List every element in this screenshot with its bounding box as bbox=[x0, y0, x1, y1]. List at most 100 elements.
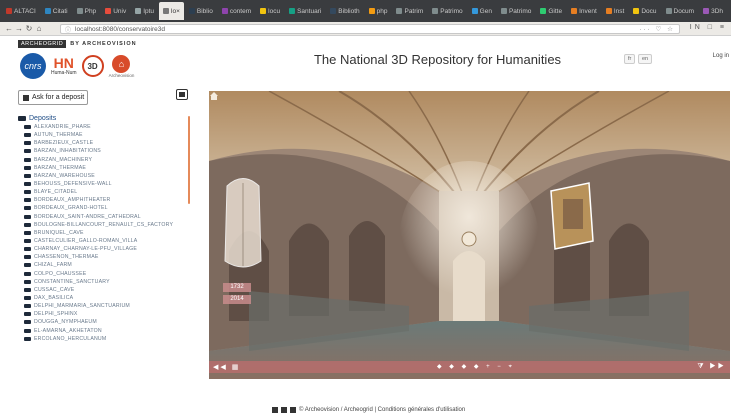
deposit-item[interactable]: DOUGGA_NYMPHAEUM bbox=[18, 318, 190, 326]
tab-favicon-icon bbox=[540, 8, 547, 14]
lang-fr-button[interactable]: fr bbox=[624, 54, 636, 64]
browser-tab[interactable]: locu bbox=[256, 2, 284, 20]
deposit-item[interactable]: CHARNAY_CHARNAY-LE-PFU_VILLAGE bbox=[18, 245, 190, 253]
footer-text[interactable]: © Archeovision / Archeogrid | Conditions… bbox=[299, 407, 465, 413]
deposit-item[interactable]: DELPHI_MARMARIA_SANCTUARIUM bbox=[18, 302, 190, 310]
home-nav-icon[interactable]: ⌂ bbox=[34, 24, 44, 33]
deposit-item[interactable]: AUTUN_THERMAE bbox=[18, 131, 190, 139]
tab-label: Inst bbox=[613, 7, 625, 15]
fullscreen-controls[interactable]: ⧩ ▶▶ bbox=[697, 363, 726, 371]
close-tab-icon[interactable]: × bbox=[176, 8, 180, 15]
cnrs-logo[interactable]: cnrs bbox=[20, 53, 46, 79]
browser-tab[interactable]: Iptu bbox=[131, 2, 158, 20]
reload-icon[interactable]: ↻ bbox=[24, 24, 34, 33]
tab-label: ALTACI bbox=[14, 7, 36, 15]
tab-favicon-icon bbox=[471, 8, 478, 14]
browser-toolbar-icons[interactable]: IN □ ≡ bbox=[690, 24, 727, 31]
login-link[interactable]: Log in bbox=[713, 53, 729, 59]
deposit-item[interactable]: DAX_BASILICA bbox=[18, 294, 190, 302]
social-icon-3[interactable] bbox=[290, 407, 296, 413]
ask-deposit-button[interactable]: Ask for a deposit bbox=[18, 90, 88, 105]
archeovision-logo[interactable]: ⌂ Archeovision bbox=[109, 54, 134, 78]
social-icon-1[interactable] bbox=[272, 407, 278, 413]
deposit-item[interactable]: CONSTANTINE_SANCTUARY bbox=[18, 278, 190, 286]
3d-logo[interactable]: 3D bbox=[81, 55, 104, 77]
tab-label: Php bbox=[84, 7, 97, 15]
social-icon-2[interactable] bbox=[281, 407, 287, 413]
browser-tab[interactable]: Biblioth bbox=[326, 2, 363, 20]
browser-tab[interactable]: Docum bbox=[662, 2, 699, 20]
deposit-item[interactable]: BORDEAUX_AMPHITHEATER bbox=[18, 196, 190, 204]
browser-tab[interactable]: Gitte bbox=[536, 2, 566, 20]
browser-tab[interactable]: Docu bbox=[629, 2, 660, 20]
folder-icon bbox=[24, 312, 31, 317]
navigation-controls[interactable]: ◆ ◆ ◆ ◆ + − ⌖ bbox=[437, 363, 515, 371]
archeogrid-brand[interactable]: ARCHEOGRID bbox=[18, 40, 67, 48]
address-bar[interactable]: ⓘ localhost:8080/conservatoire3d ··· ♡ ☆ bbox=[60, 24, 680, 34]
browser-tab[interactable]: ALTACI bbox=[2, 2, 40, 20]
folder-icon bbox=[24, 125, 31, 130]
browser-tab-bar: ALTACI Citati Php Univ Iptu lo × Biblio contem l… bbox=[0, 0, 731, 22]
lang-en-button[interactable]: en bbox=[638, 54, 653, 64]
deposit-item[interactable]: CASTELCULIER_GALLO-ROMAN_VILLA bbox=[18, 237, 190, 245]
browser-tab[interactable]: 3Dh bbox=[699, 2, 727, 20]
tab-label: Gen bbox=[479, 7, 492, 15]
info-icon[interactable]: ⓘ bbox=[65, 25, 71, 34]
browser-nav-bar: ← → ↻ ⌂ ⓘ localhost:8080/conservatoire3d… bbox=[0, 22, 731, 36]
deposit-item[interactable]: BLAYE_CITADEL bbox=[18, 188, 190, 196]
deposit-label: BARZAN_INHABITATIONS bbox=[34, 148, 101, 155]
browser-tab[interactable]: contem bbox=[218, 2, 255, 20]
deposit-item[interactable]: BEHOUSS_DEFENSIVE-WALL bbox=[18, 180, 190, 188]
sidebar-scrollbar[interactable] bbox=[188, 116, 190, 204]
address-bar-actions[interactable]: ··· ♡ ☆ bbox=[639, 25, 675, 33]
tab-label: Docu bbox=[641, 7, 657, 15]
tab-label: Univ bbox=[113, 7, 127, 15]
tab-favicon-icon bbox=[135, 8, 142, 14]
browser-tab[interactable]: Biblio bbox=[185, 2, 217, 20]
browser-tab[interactable]: lo × bbox=[159, 2, 184, 20]
deposit-item[interactable]: CUSSAC_CAVE bbox=[18, 286, 190, 294]
deposit-item[interactable]: DELPHI_SPHINX bbox=[18, 310, 190, 318]
rewind-controls[interactable]: ◀◀ ▦ bbox=[213, 363, 240, 371]
home-icon[interactable] bbox=[209, 91, 219, 101]
deposit-label: CHARNAY_CHARNAY-LE-PFU_VILLAGE bbox=[34, 246, 138, 253]
deposit-item[interactable]: CHIZAL_FARM bbox=[18, 261, 190, 269]
deposit-item[interactable]: BARZAN_MACHINERY bbox=[18, 156, 190, 164]
deposit-item[interactable]: BARZAN_WAREHOUSE bbox=[18, 172, 190, 180]
tab-label: Citati bbox=[52, 7, 68, 15]
deposit-item[interactable]: BARZAN_THERMAE bbox=[18, 164, 190, 172]
browser-tab[interactable]: Php bbox=[73, 2, 101, 20]
forward-icon[interactable]: → bbox=[14, 24, 24, 33]
deposit-item[interactable]: BORDEAUX_GRAND-HOTEL bbox=[18, 204, 190, 212]
deposit-item[interactable]: BRUNIQUEL_CAVE bbox=[18, 229, 190, 237]
back-icon[interactable]: ← bbox=[4, 24, 14, 33]
deposit-item[interactable]: ALEXANDRIE_PHARE bbox=[18, 123, 190, 131]
deposit-item[interactable]: EL-AMARNA_AKHETATON bbox=[18, 327, 190, 335]
deposit-item[interactable]: BARBEZIEUX_CASTLE bbox=[18, 139, 190, 147]
browser-tab[interactable]: Citati bbox=[41, 2, 72, 20]
deposit-item[interactable]: BOULOGNE-BILLANCOURT_RENAULT_CS_FACTORY bbox=[18, 221, 190, 229]
deposits-root[interactable]: Deposits bbox=[18, 114, 190, 123]
deposits-tree: Deposits ALEXANDRIE_PHARE AUTUN_THERMAE BA… bbox=[18, 114, 190, 416]
deposit-item[interactable]: COLPO_CHAUSSEE bbox=[18, 270, 190, 278]
year-1732-label[interactable]: 1732 bbox=[223, 283, 251, 292]
3d-viewer[interactable]: 1732 2014 ◀◀ ▦ ◆ ◆ ◆ ◆ + − ⌖ ⧩ ▶▶ bbox=[209, 91, 730, 379]
tab-favicon-icon bbox=[396, 8, 403, 14]
deposit-item[interactable]: ERCOLANO_HERCULANUM bbox=[18, 335, 190, 343]
huma-num-logo[interactable]: HN Huma-Num bbox=[51, 56, 77, 76]
browser-tab[interactable]: Inst bbox=[602, 2, 628, 20]
browser-tab[interactable]: Invent bbox=[567, 2, 601, 20]
deposit-item[interactable]: BORDEAUX_SAINT-ANDRE_CATHEDRAL bbox=[18, 213, 190, 221]
collapse-sidebar-button[interactable] bbox=[176, 89, 188, 100]
browser-tab[interactable]: Gen bbox=[468, 2, 496, 20]
browser-tab[interactable]: Patrimo bbox=[428, 2, 466, 20]
deposit-item[interactable]: BARZAN_INHABITATIONS bbox=[18, 147, 190, 155]
browser-tab[interactable]: Univ bbox=[101, 2, 130, 20]
year-2014-label[interactable]: 2014 bbox=[223, 295, 251, 304]
browser-tab[interactable]: Patrimo bbox=[497, 2, 535, 20]
browser-tab[interactable]: Santuari bbox=[285, 2, 325, 20]
tab-label: Docum bbox=[673, 7, 695, 15]
browser-tab[interactable]: php bbox=[365, 2, 392, 20]
browser-tab[interactable]: Patrim bbox=[392, 2, 427, 20]
deposit-item[interactable]: CHASSENON_THERMAE bbox=[18, 253, 190, 261]
